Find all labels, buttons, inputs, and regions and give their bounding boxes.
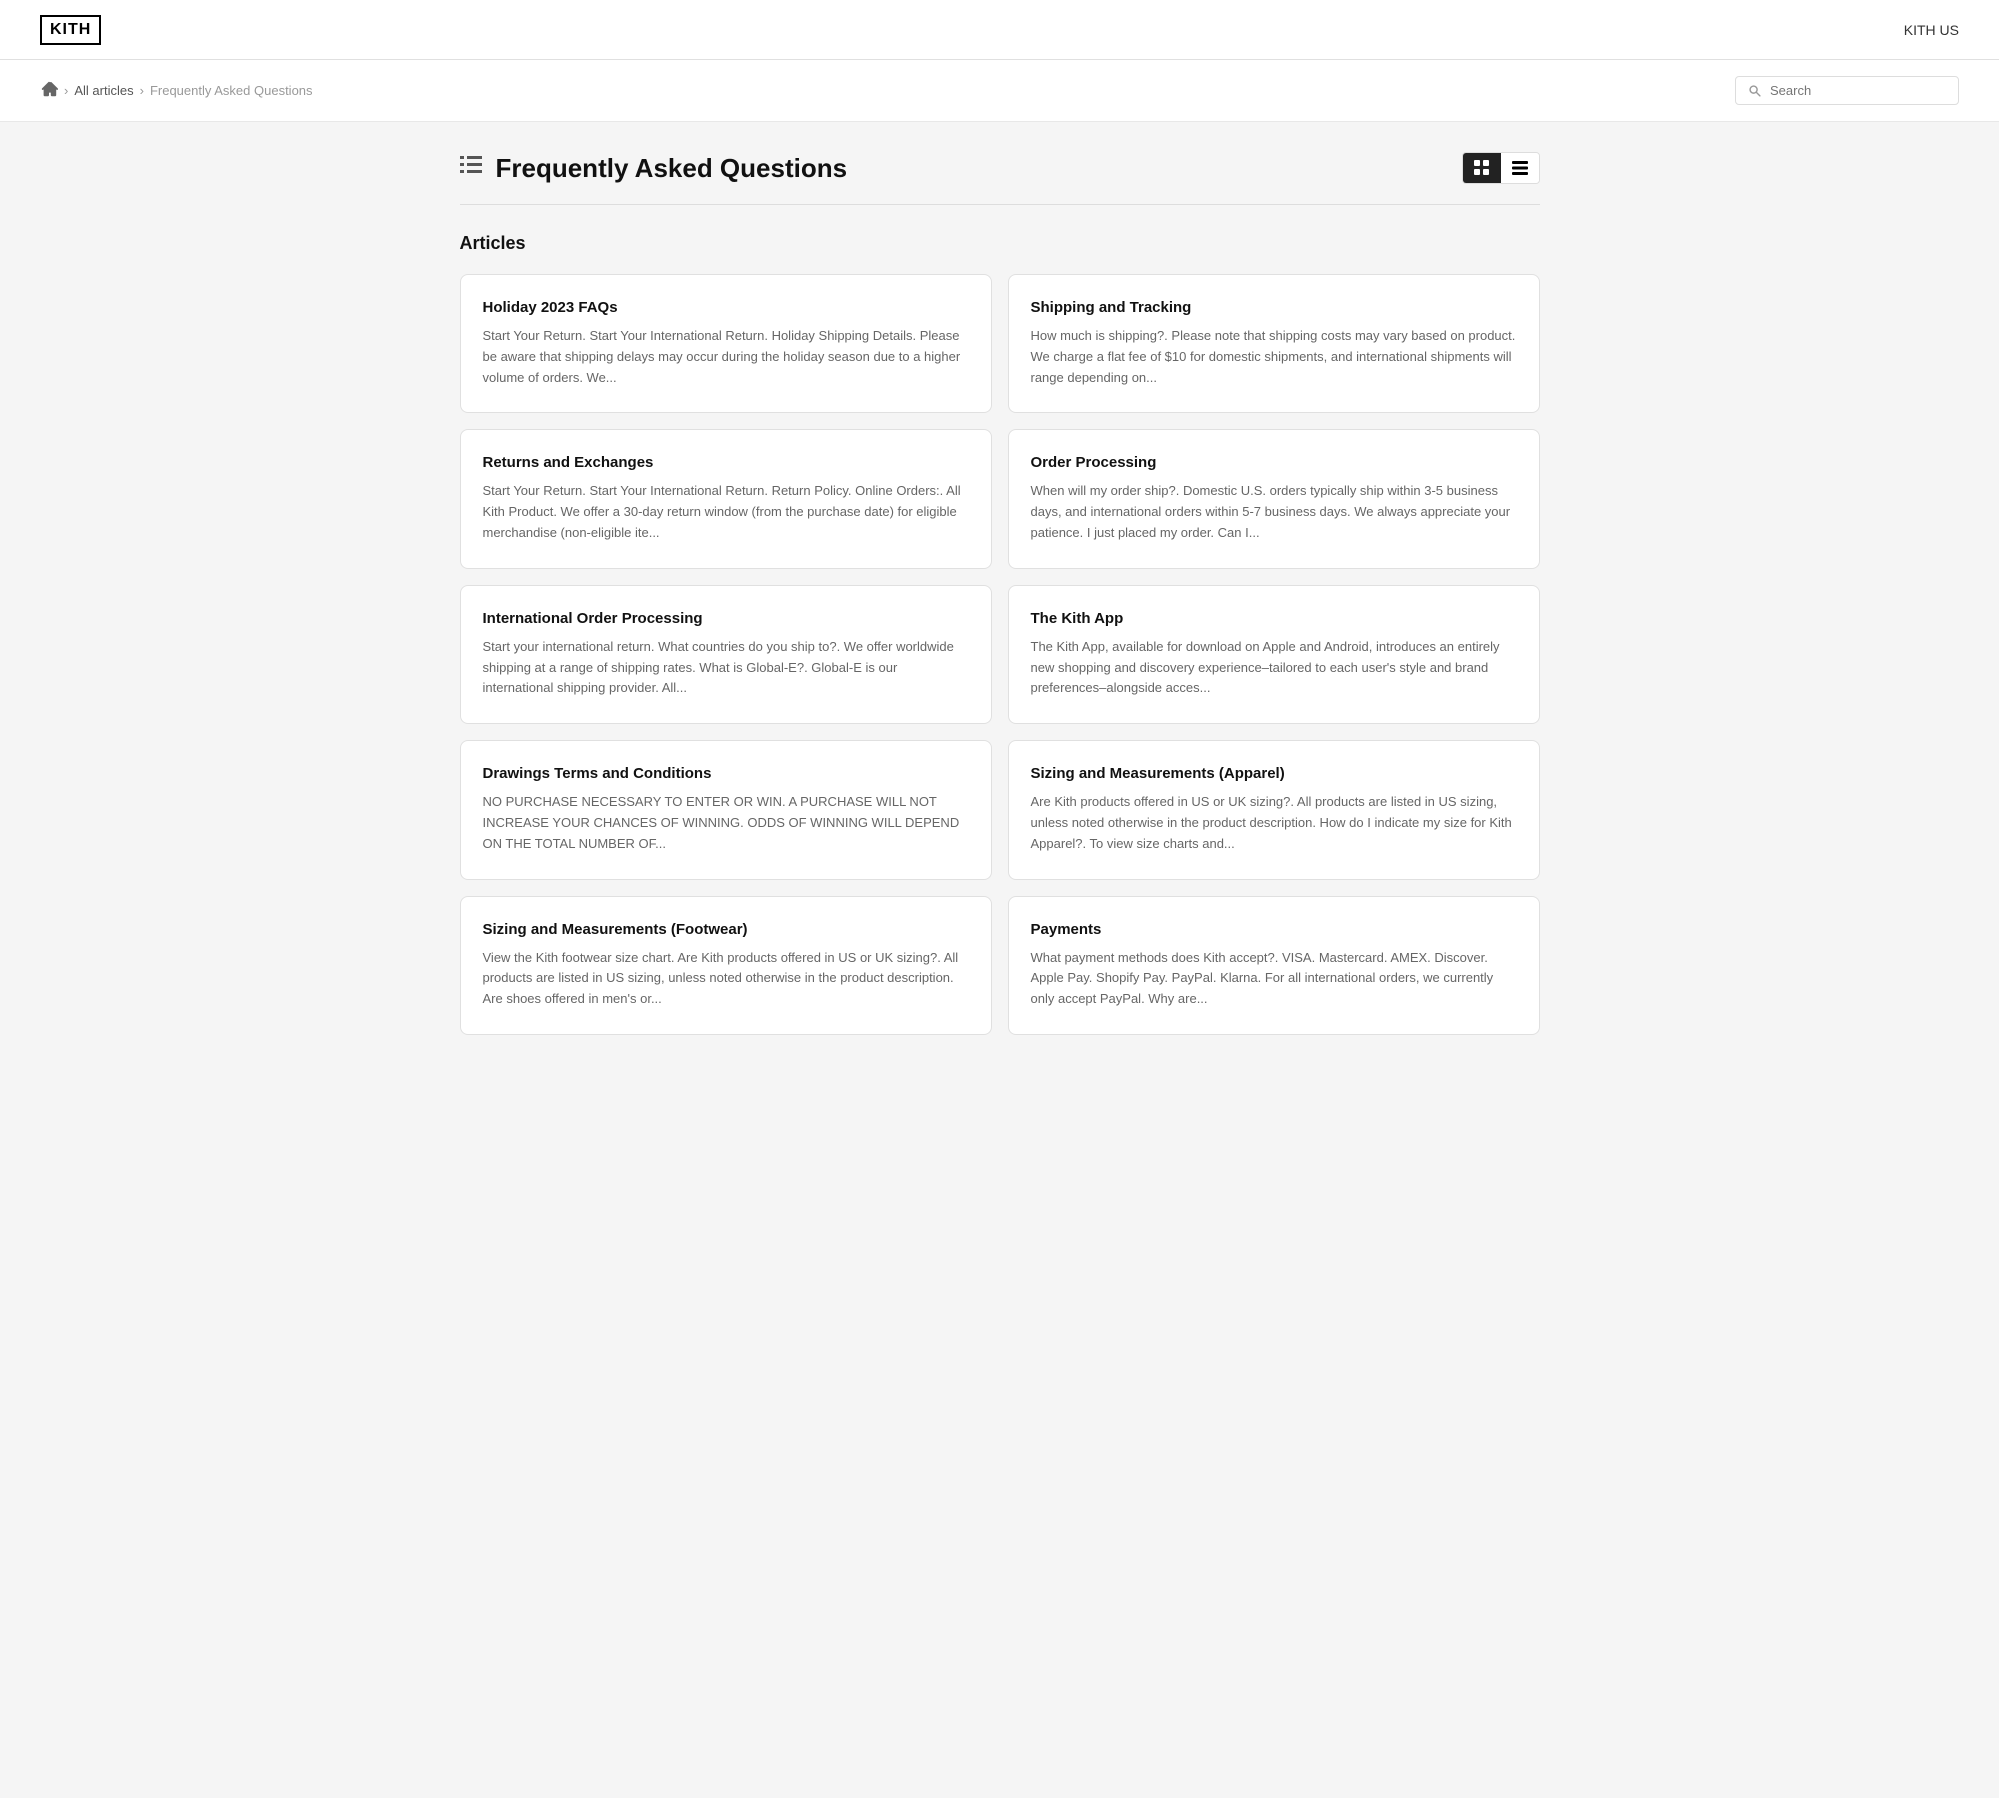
view-toggle bbox=[1462, 152, 1540, 184]
article-card-excerpt: View the Kith footwear size chart. Are K… bbox=[483, 948, 969, 1010]
article-card-title: Drawings Terms and Conditions bbox=[483, 765, 969, 782]
article-card[interactable]: Payments What payment methods does Kith a… bbox=[1008, 896, 1540, 1035]
article-card-excerpt: When will my order ship?. Domestic U.S. … bbox=[1031, 481, 1517, 543]
article-card-title: Returns and Exchanges bbox=[483, 454, 969, 471]
article-card-excerpt: Start Your Return. Start Your Internatio… bbox=[483, 326, 969, 388]
divider bbox=[460, 204, 1540, 205]
articles-grid: Holiday 2023 FAQs Start Your Return. Star… bbox=[460, 274, 1540, 1035]
article-card[interactable]: Sizing and Measurements (Apparel) Are Kit… bbox=[1008, 740, 1540, 879]
breadcrumb-sep-1: › bbox=[64, 83, 68, 98]
list-icon bbox=[460, 156, 482, 174]
article-card[interactable]: Returns and Exchanges Start Your Return. … bbox=[460, 429, 992, 568]
nav-link-kith-us[interactable]: KITH US bbox=[1904, 22, 1959, 38]
article-card-title: Order Processing bbox=[1031, 454, 1517, 471]
grid-icon bbox=[1473, 159, 1491, 177]
breadcrumb-all-articles[interactable]: All articles bbox=[74, 83, 133, 98]
article-card-excerpt: Start your international return. What co… bbox=[483, 637, 969, 699]
page-header-row: Frequently Asked Questions bbox=[460, 152, 1540, 184]
search-icon bbox=[1748, 84, 1762, 98]
article-card-title: The Kith App bbox=[1031, 610, 1517, 627]
article-card[interactable]: Holiday 2023 FAQs Start Your Return. Star… bbox=[460, 274, 992, 413]
list-view-icon bbox=[1511, 159, 1529, 177]
breadcrumb-bar: › All articles › Frequently Asked Questi… bbox=[0, 60, 1999, 122]
article-card-title: Holiday 2023 FAQs bbox=[483, 299, 969, 316]
articles-heading: Articles bbox=[460, 233, 1540, 254]
article-card-title: Sizing and Measurements (Footwear) bbox=[483, 921, 969, 938]
page-title: Frequently Asked Questions bbox=[496, 153, 848, 184]
article-card-excerpt: What payment methods does Kith accept?. … bbox=[1031, 948, 1517, 1010]
list-view-button[interactable] bbox=[1501, 153, 1539, 183]
article-card[interactable]: Shipping and Tracking How much is shippin… bbox=[1008, 274, 1540, 413]
article-card-excerpt: The Kith App, available for download on … bbox=[1031, 637, 1517, 699]
page-header-left: Frequently Asked Questions bbox=[460, 153, 848, 184]
article-card-title: International Order Processing bbox=[483, 610, 969, 627]
article-card[interactable]: The Kith App The Kith App, available for … bbox=[1008, 585, 1540, 724]
article-card-excerpt: NO PURCHASE NECESSARY TO ENTER OR WIN. A… bbox=[483, 792, 969, 854]
toc-icon[interactable] bbox=[460, 156, 482, 180]
home-icon bbox=[40, 80, 58, 98]
article-card[interactable]: International Order Processing Start your… bbox=[460, 585, 992, 724]
article-card-title: Shipping and Tracking bbox=[1031, 299, 1517, 316]
articles-section: Articles Holiday 2023 FAQs Start Your Ret… bbox=[460, 233, 1540, 1035]
article-card[interactable]: Drawings Terms and Conditions NO PURCHASE… bbox=[460, 740, 992, 879]
search-input[interactable] bbox=[1770, 83, 1946, 98]
article-card-title: Payments bbox=[1031, 921, 1517, 938]
breadcrumb-current: Frequently Asked Questions bbox=[150, 83, 313, 98]
header: KITH KITH US bbox=[0, 0, 1999, 60]
breadcrumb-sep-2: › bbox=[140, 83, 144, 98]
search-box[interactable] bbox=[1735, 76, 1959, 105]
article-card[interactable]: Sizing and Measurements (Footwear) View t… bbox=[460, 896, 992, 1035]
article-card-title: Sizing and Measurements (Apparel) bbox=[1031, 765, 1517, 782]
grid-view-button[interactable] bbox=[1463, 153, 1501, 183]
article-card-excerpt: Are Kith products offered in US or UK si… bbox=[1031, 792, 1517, 854]
breadcrumb-home[interactable] bbox=[40, 80, 58, 101]
logo[interactable]: KITH bbox=[40, 15, 101, 45]
article-card-excerpt: How much is shipping?. Please note that … bbox=[1031, 326, 1517, 388]
article-card[interactable]: Order Processing When will my order ship?… bbox=[1008, 429, 1540, 568]
article-card-excerpt: Start Your Return. Start Your Internatio… bbox=[483, 481, 969, 543]
main-content: Frequently Asked Questions bbox=[440, 122, 1560, 1095]
breadcrumb: › All articles › Frequently Asked Questi… bbox=[40, 80, 1735, 101]
